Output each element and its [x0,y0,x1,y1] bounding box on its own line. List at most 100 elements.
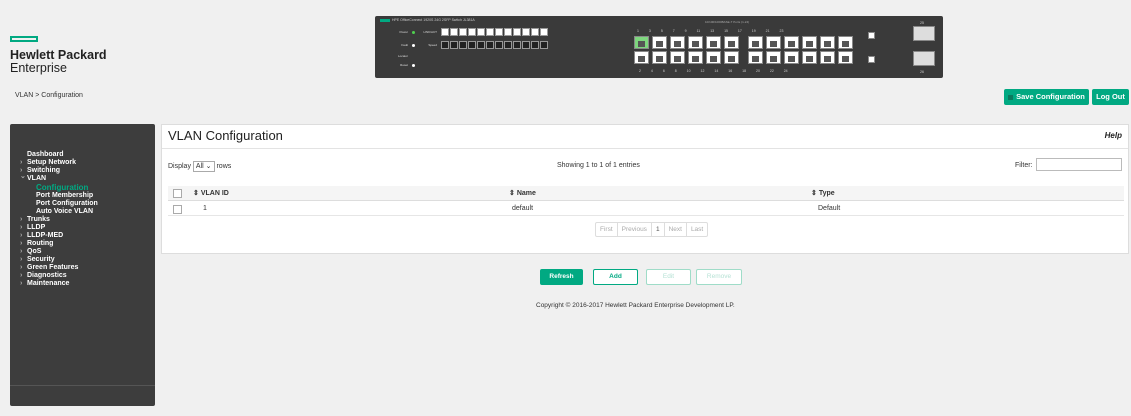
port-22-icon[interactable] [820,51,835,64]
pager-next[interactable]: Next [665,223,687,236]
logo-line2: Enterprise [10,61,67,75]
ports-label: 10/100/1000BASE-T Ports (1-24) [705,20,750,24]
port-18-icon[interactable] [784,51,799,64]
cell-type: Default [818,205,841,212]
entries-info: Showing 1 to 1 of 1 entries [557,162,640,169]
switch-panel: HPE OfficeConnect 1920S 24G 2SFP Switch … [375,16,943,78]
sidebar-item-port-membership[interactable]: Port Membership [10,192,155,200]
refresh-button[interactable]: Refresh [540,269,583,285]
port-14-icon[interactable] [748,51,763,64]
filter-input[interactable] [1036,158,1122,171]
port-20-icon[interactable] [802,51,817,64]
status-leds: Power LINK/ACT Fault Speed Locator Reset [388,28,548,72]
reset-button-icon[interactable] [412,63,415,67]
port-5-icon[interactable] [670,36,685,49]
sfp-port-25-icon[interactable] [913,26,935,41]
title-divider [162,148,1128,149]
sidebar-item-dashboard[interactable]: Dashboard [10,151,155,159]
sidebar-item-diagnostics[interactable]: Diagnostics [10,272,155,280]
sidebar-item-configuration[interactable]: Configuration [10,183,155,192]
port-12-icon[interactable] [724,51,739,64]
display-rows-control: Display All ⌄ rows [168,161,232,172]
sfp-25-label: 25 [920,21,924,25]
page-title: VLAN Configuration [168,128,283,143]
port-23-icon[interactable] [838,36,853,49]
sfp-port-26-icon[interactable] [913,51,935,66]
power-led-icon [412,30,415,34]
port-24-icon[interactable] [838,51,853,64]
port-11-icon[interactable] [724,36,739,49]
sidebar-item-auto-voice-vlan[interactable]: Auto Voice VLAN [10,208,155,216]
mini-port-leds-bottom [441,41,548,49]
sort-icon: ⇕ [509,190,515,197]
port-6-icon[interactable] [670,51,685,64]
help-link[interactable]: Help [1105,131,1122,140]
edit-button[interactable]: Edit [646,269,691,285]
switch-model-title: HPE OfficeConnect 1920S 24G 2SFP Switch … [380,18,475,22]
port-16-icon[interactable] [766,51,781,64]
port-4-icon[interactable] [652,51,667,64]
pager-previous[interactable]: Previous [618,223,652,236]
remove-button[interactable]: Remove [696,269,742,285]
port-2-icon[interactable] [634,51,649,64]
sidebar-item-lldp[interactable]: LLDP [10,224,155,232]
logo-line1: Hewlett Packard [10,48,107,62]
save-configuration-button[interactable]: Save Configuration [1004,89,1089,105]
sidebar-item-green-features[interactable]: Green Features [10,264,155,272]
row-checkbox[interactable] [173,205,182,214]
port-17-icon[interactable] [784,36,799,49]
sidebar-divider [10,385,155,386]
sidebar-item-lldp-med[interactable]: LLDP-MED [10,232,155,240]
pager-page-1[interactable]: 1 [652,223,665,236]
sort-icon: ⇕ [193,190,199,197]
rows-select[interactable]: All ⌄ [192,161,215,172]
sidebar-item-setup-network[interactable]: Setup Network [10,159,155,167]
sfp-led-top [868,32,875,40]
fault-led-icon [412,43,415,47]
port-9-icon[interactable] [706,36,721,49]
sidebar-item-vlan[interactable]: VLAN [10,173,155,183]
port-21-icon[interactable] [820,36,835,49]
filter-label: Filter: [1015,162,1033,169]
port-13-icon[interactable] [748,36,763,49]
chevron-down-icon: ⌄ [205,163,212,170]
port-grid [634,36,859,64]
cell-vlan-id: 1 [203,205,207,212]
sidebar-item-port-configuration[interactable]: Port Configuration [10,200,155,208]
save-icon [1008,94,1014,100]
column-type[interactable]: ⇕ Type [811,189,835,197]
logout-button[interactable]: Log Out [1092,89,1129,105]
pagination: First Previous 1 Next Last [595,222,709,237]
sidebar-item-trunks[interactable]: Trunks [10,216,155,224]
port-19-icon[interactable] [802,36,817,49]
mini-port-leds-top [441,28,548,36]
sidebar: DashboardSetup NetworkSwitchingVLANConfi… [10,124,155,406]
sidebar-item-maintenance[interactable]: Maintenance [10,280,155,288]
sfp-26-label: 26 [920,70,924,74]
copyright: Copyright © 2016-2017 Hewlett Packard En… [536,302,735,309]
port-7-icon[interactable] [688,36,703,49]
port-3-icon[interactable] [652,36,667,49]
pager-last[interactable]: Last [687,223,707,236]
port-numbers-even: 2 4 6 8 10 12 14 16 18 20 22 24 [639,69,788,73]
sort-icon: ⇕ [811,190,817,197]
port-15-icon[interactable] [766,36,781,49]
sidebar-item-security[interactable]: Security [10,256,155,264]
table-row[interactable]: 1 default Default [168,203,1124,216]
sidebar-item-routing[interactable]: Routing [10,240,155,248]
column-name[interactable]: ⇕ Name [509,189,536,197]
port-8-icon[interactable] [688,51,703,64]
column-vlan-id[interactable]: ⇕ VLAN ID [193,189,229,197]
pager-first[interactable]: First [596,223,618,236]
breadcrumb: VLAN > Configuration [15,92,83,99]
port-1-icon[interactable] [634,36,649,49]
sfp-ports [913,26,935,76]
port-10-icon[interactable] [706,51,721,64]
sidebar-menu: DashboardSetup NetworkSwitchingVLANConfi… [10,151,155,288]
port-numbers-odd: 1 3 5 7 9 11 13 15 17 19 21 23 [637,29,784,33]
sidebar-item-qos[interactable]: QoS [10,248,155,256]
sidebar-item-switching[interactable]: Switching [10,167,155,175]
add-button[interactable]: Add [593,269,638,285]
select-all-checkbox[interactable] [173,189,182,198]
sfp-led-bottom [868,56,875,64]
